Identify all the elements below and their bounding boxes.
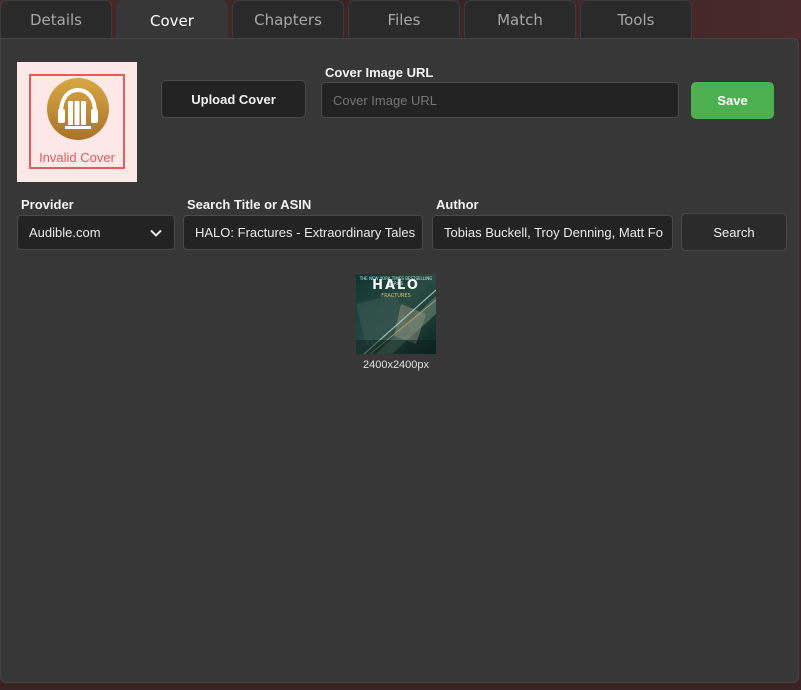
current-cover-preview: Invalid Cover xyxy=(17,62,137,182)
chevron-down-icon xyxy=(150,229,162,237)
cover-url-input[interactable] xyxy=(321,82,679,118)
upload-cover-button[interactable]: Upload Cover xyxy=(161,80,306,118)
tab-chapters[interactable]: Chapters xyxy=(232,0,344,38)
thumb-title-text: HALO xyxy=(372,278,420,293)
tab-match[interactable]: Match xyxy=(464,0,576,38)
result-size-label: 2400x2400px xyxy=(362,359,430,371)
search-title-input[interactable]: HALO: Fractures - Extraordinary Tales xyxy=(183,215,423,250)
search-title-label: Search Title or ASIN xyxy=(187,197,312,212)
tab-files[interactable]: Files xyxy=(348,0,460,38)
tab-details[interactable]: Details xyxy=(0,0,112,38)
provider-select[interactable]: Audible.com xyxy=(17,215,175,250)
tab-tools[interactable]: Tools xyxy=(580,0,692,38)
provider-label: Provider xyxy=(21,197,74,212)
search-button[interactable]: Search xyxy=(681,213,787,251)
cover-url-label: Cover Image URL xyxy=(325,65,434,80)
result-cover-thumbnail[interactable]: THE NEW YORK TIMES BESTSELLING SERIES HA… xyxy=(356,274,436,354)
tab-cover[interactable]: Cover xyxy=(116,0,228,40)
thumb-subtitle-text: FRACTURES xyxy=(381,293,411,299)
author-input[interactable]: Tobias Buckell, Troy Denning, Matt Fo xyxy=(432,215,673,250)
tab-bar: Details Cover Chapters Files Match Tools xyxy=(0,0,801,40)
invalid-cover-text: Invalid Cover xyxy=(39,150,115,165)
provider-value: Audible.com xyxy=(29,225,101,240)
author-label: Author xyxy=(436,197,479,212)
invalid-cover-frame: Invalid Cover xyxy=(29,74,125,169)
save-button[interactable]: Save xyxy=(691,82,774,119)
audiobook-logo-icon xyxy=(47,78,109,140)
